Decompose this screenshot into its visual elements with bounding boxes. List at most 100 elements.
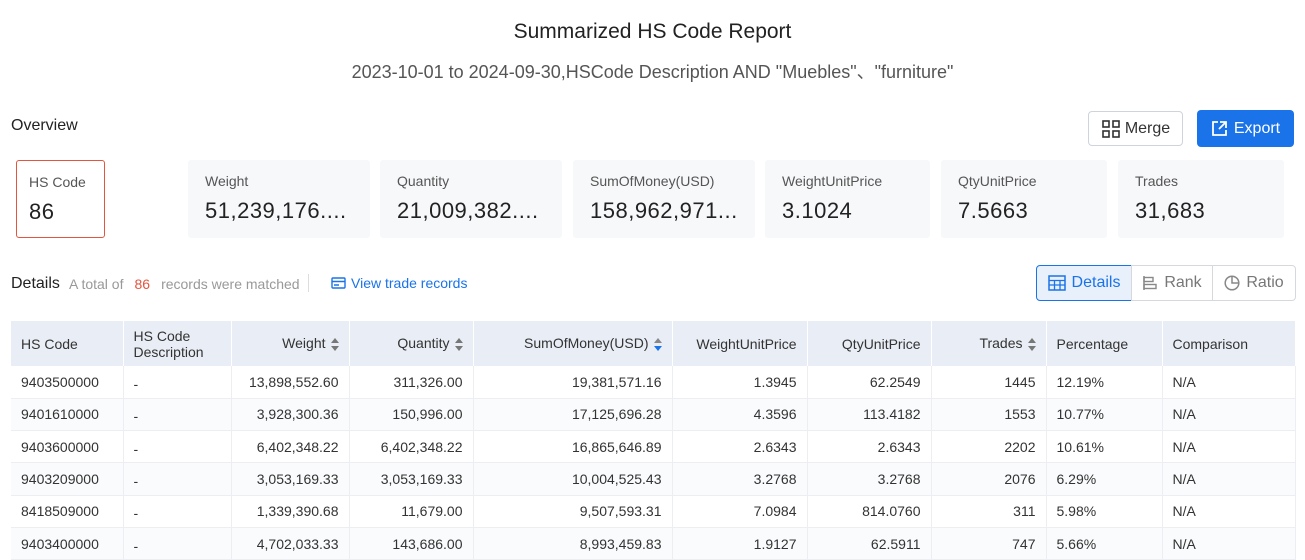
table-cell: 8418509000 bbox=[11, 495, 124, 528]
table-cell: 12.19% bbox=[1046, 366, 1163, 399]
stat-value: 21,009,382.... bbox=[397, 198, 539, 223]
table-row[interactable]: 9403400000-4,702,033.33 143,686.00 8,993,4… bbox=[11, 527, 1296, 560]
card-icon bbox=[331, 276, 346, 289]
stat-qty-unit-price: QtyUnitPrice 7.5663 bbox=[941, 160, 1107, 238]
table-cell: 8,993,459.83 bbox=[473, 527, 673, 560]
table-cell: - bbox=[123, 398, 232, 432]
tab-ratio-label: Ratio bbox=[1246, 274, 1284, 291]
table-cell: 9403600000 bbox=[11, 430, 124, 464]
tab-rank[interactable]: Rank bbox=[1131, 265, 1213, 301]
col-quantity[interactable]: Quantity bbox=[349, 321, 474, 366]
table-cell: 150,996.00 bbox=[349, 398, 474, 432]
stat-weight-unit-price: WeightUnitPrice 3.1024 bbox=[765, 160, 930, 238]
matched-count: 86 bbox=[134, 276, 151, 292]
tab-details-label: Details bbox=[1071, 274, 1121, 291]
table-cell: - bbox=[123, 430, 232, 464]
table-cell: N/A bbox=[1162, 430, 1296, 464]
tab-details[interactable]: Details bbox=[1036, 265, 1132, 301]
table-cell: 16,865,646.89 bbox=[473, 430, 673, 464]
details-label: Details bbox=[11, 275, 60, 292]
table-icon bbox=[1047, 275, 1066, 291]
table-cell: N/A bbox=[1162, 366, 1296, 399]
stat-value: 158,962,971... bbox=[590, 198, 738, 223]
stat-sum-of-money: SumOfMoney(USD) 158,962,971... bbox=[573, 160, 755, 238]
table-cell: 2.6343 bbox=[807, 430, 932, 464]
table-cell: 9403209000 bbox=[11, 462, 124, 496]
table-cell: 814.0760 bbox=[807, 495, 932, 528]
col-sum-of-money[interactable]: SumOfMoney(USD) bbox=[473, 321, 673, 366]
stat-weight: Weight 51,239,176.... bbox=[188, 160, 370, 238]
col-weight-unit-price: WeightUnitPrice bbox=[672, 321, 808, 366]
table-cell: 62.5911 bbox=[807, 527, 932, 560]
table-cell: 1553 bbox=[931, 398, 1047, 432]
sort-icon[interactable] bbox=[1027, 337, 1036, 352]
table-row[interactable]: 9403209000-3,053,169.33 3,053,169.33 10,00… bbox=[11, 462, 1296, 496]
table-cell: 13,898,552.60 bbox=[231, 366, 350, 399]
table-cell: 311 bbox=[931, 495, 1047, 528]
tab-rank-label: Rank bbox=[1164, 274, 1202, 291]
stat-value: 51,239,176.... bbox=[205, 198, 347, 223]
table-cell: 3,053,169.33 bbox=[231, 462, 350, 496]
table-header-row: HS Code HS Code Description Weight Quant… bbox=[11, 321, 1296, 366]
pie-icon bbox=[1224, 275, 1240, 291]
export-icon bbox=[1211, 121, 1227, 136]
table-cell: 1445 bbox=[931, 366, 1047, 399]
table-cell: 6,402,348.22 bbox=[231, 430, 350, 464]
matched-suffix: records were matched bbox=[161, 276, 300, 292]
table-cell: 10,004,525.43 bbox=[473, 462, 673, 496]
table-cell: - bbox=[123, 527, 232, 560]
view-trade-records-link[interactable]: View trade records bbox=[331, 275, 467, 291]
stat-hs-code: HS Code 86 bbox=[16, 160, 105, 238]
stat-value: 86 bbox=[29, 199, 55, 224]
overview-label: Overview bbox=[11, 117, 78, 134]
table-cell: 3.2768 bbox=[672, 462, 808, 496]
page-subtitle: 2023-10-01 to 2024-09-30,HSCode Descript… bbox=[351, 62, 954, 82]
stat-label: WeightUnitPrice bbox=[782, 173, 883, 189]
matched-prefix: A total of bbox=[69, 276, 124, 292]
table-row[interactable]: 9403500000-13,898,552.60 311,326.00 19,381… bbox=[11, 366, 1296, 399]
table-cell: 311,326.00 bbox=[349, 366, 474, 399]
table-row[interactable]: 8418509000-1,339,390.68 11,679.00 9,507,59… bbox=[11, 495, 1296, 528]
bar-rank-icon bbox=[1143, 276, 1158, 290]
table-cell: 5.98% bbox=[1046, 495, 1163, 528]
table-cell: 143,686.00 bbox=[349, 527, 474, 560]
table-cell: 2202 bbox=[931, 430, 1047, 464]
col-qty-unit-price: QtyUnitPrice bbox=[807, 321, 932, 366]
col-hs-code-description: HS Code Description bbox=[123, 321, 232, 366]
tab-ratio[interactable]: Ratio bbox=[1212, 265, 1296, 301]
table-cell: N/A bbox=[1162, 398, 1296, 432]
table-cell: 9403500000 bbox=[11, 366, 124, 399]
table-cell: 10.61% bbox=[1046, 430, 1163, 464]
merge-label: Merge bbox=[1124, 119, 1171, 137]
table-cell: - bbox=[123, 462, 232, 496]
stat-label: Weight bbox=[205, 173, 249, 189]
merge-button[interactable]: Merge bbox=[1088, 111, 1183, 146]
stat-quantity: Quantity 21,009,382.... bbox=[380, 160, 562, 238]
sort-desc-icon[interactable] bbox=[653, 337, 662, 352]
stat-label: SumOfMoney(USD) bbox=[590, 173, 715, 189]
export-button[interactable]: Export bbox=[1197, 110, 1294, 147]
stat-label: HS Code bbox=[29, 174, 86, 190]
table-cell: 17,125,696.28 bbox=[473, 398, 673, 432]
table-cell: 62.2549 bbox=[807, 366, 932, 399]
table-cell: 2076 bbox=[931, 462, 1047, 496]
table-cell: 4,702,033.33 bbox=[231, 527, 350, 560]
table-cell: 6.29% bbox=[1046, 462, 1163, 496]
sort-icon[interactable] bbox=[454, 337, 463, 352]
sort-icon[interactable] bbox=[330, 337, 339, 352]
table-row[interactable]: 9401610000-3,928,300.36 150,996.00 17,125,… bbox=[11, 398, 1296, 432]
col-percentage: Percentage bbox=[1046, 321, 1163, 366]
col-weight[interactable]: Weight bbox=[231, 321, 350, 366]
table-cell: 7.0984 bbox=[672, 495, 808, 528]
merge-icon bbox=[1102, 119, 1120, 138]
table-row[interactable]: 9403600000-6,402,348.22 6,402,348.22 16,86… bbox=[11, 430, 1296, 464]
table-cell: 4.3596 bbox=[672, 398, 808, 432]
table-cell: 1,339,390.68 bbox=[231, 495, 350, 528]
table-cell: 1.9127 bbox=[672, 527, 808, 560]
stat-label: Quantity bbox=[397, 173, 450, 189]
table-cell: 3,053,169.33 bbox=[349, 462, 474, 496]
table-cell: 747 bbox=[931, 527, 1047, 560]
page-title: Summarized HS Code Report bbox=[513, 20, 792, 43]
col-trades[interactable]: Trades bbox=[931, 321, 1047, 366]
table-cell: 2.6343 bbox=[672, 430, 808, 464]
